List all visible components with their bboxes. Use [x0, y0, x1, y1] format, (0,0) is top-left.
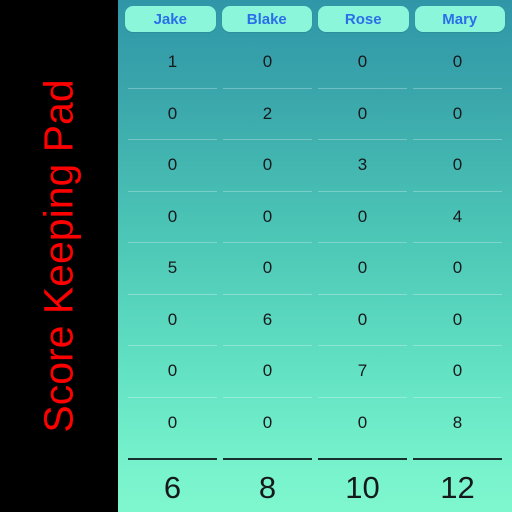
- score-cell[interactable]: 0: [318, 293, 407, 346]
- score-value: 0: [262, 52, 273, 72]
- score-cell[interactable]: 0: [128, 345, 217, 397]
- score-cell[interactable]: 2: [223, 87, 312, 140]
- score-cell[interactable]: 0: [223, 242, 312, 294]
- score-cell[interactable]: 0: [223, 139, 312, 191]
- score-value: 0: [452, 103, 463, 123]
- score-value: 0: [452, 309, 463, 329]
- score-row: 0 6 0 0: [118, 293, 512, 346]
- total-divider: [223, 458, 312, 460]
- score-value: 0: [452, 52, 463, 72]
- score-cell[interactable]: 0: [413, 87, 502, 140]
- score-cell[interactable]: 0: [318, 190, 407, 243]
- score-value: 4: [452, 206, 463, 226]
- player-button-blake[interactable]: Blake: [221, 6, 312, 32]
- score-cell[interactable]: 8: [413, 396, 502, 449]
- score-cell[interactable]: 3: [318, 139, 407, 191]
- score-row: 0 2 0 0: [118, 87, 512, 140]
- score-cell[interactable]: 0: [318, 87, 407, 140]
- score-value: 0: [357, 412, 368, 432]
- score-cell[interactable]: 7: [318, 345, 407, 397]
- score-value: 2: [262, 103, 273, 123]
- score-cell[interactable]: 0: [128, 87, 217, 140]
- score-value: 0: [167, 155, 178, 175]
- score-cell[interactable]: 0: [128, 396, 217, 449]
- totals-row: 6 8 10 12: [118, 448, 512, 512]
- total-value: 10: [345, 470, 380, 505]
- total-value: 8: [258, 470, 277, 505]
- total-cell-blake: 8: [223, 448, 312, 506]
- total-divider: [128, 458, 217, 460]
- score-row: 5 0 0 0: [118, 242, 512, 294]
- score-cell[interactable]: 0: [413, 36, 502, 88]
- sidebar: Score Keeping Pad: [0, 0, 118, 512]
- score-row: 0 0 0 4: [118, 190, 512, 243]
- score-cell[interactable]: 0: [413, 139, 502, 191]
- score-value: 0: [357, 258, 368, 278]
- score-cell[interactable]: 0: [413, 345, 502, 397]
- score-keeping-pad-app: Score Keeping Pad Jake Blake Rose Mary 1…: [0, 0, 512, 512]
- score-row: 0 0 3 0: [118, 139, 512, 191]
- score-value: 0: [357, 309, 368, 329]
- score-cell[interactable]: 6: [223, 293, 312, 346]
- score-cell[interactable]: 0: [223, 36, 312, 88]
- player-label: Rose: [344, 10, 382, 28]
- player-header-row: Jake Blake Rose Mary: [118, 0, 512, 36]
- score-cell[interactable]: 0: [413, 293, 502, 346]
- score-value: 8: [452, 412, 463, 432]
- score-value: 1: [167, 52, 178, 72]
- score-value: 5: [167, 258, 178, 278]
- total-cell-jake: 6: [128, 448, 217, 506]
- score-value: 0: [262, 412, 273, 432]
- score-cell[interactable]: 5: [128, 242, 217, 294]
- total-value: 6: [163, 470, 182, 505]
- player-label: Mary: [442, 10, 478, 28]
- score-value: 0: [357, 206, 368, 226]
- total-cell-rose: 10: [318, 448, 407, 506]
- score-value: 0: [357, 52, 368, 72]
- score-cell[interactable]: 0: [223, 345, 312, 397]
- score-row: 0 0 0 8: [118, 396, 512, 449]
- score-value: 0: [357, 103, 368, 123]
- player-label: Blake: [246, 10, 287, 28]
- score-value: 0: [167, 412, 178, 432]
- score-cell[interactable]: 0: [318, 36, 407, 88]
- total-value: 12: [440, 470, 475, 505]
- score-grid: 1 0 0 0 0 2 0 0 0 0 3 0 0 0 0 4 5 0 0 0 …: [118, 36, 512, 448]
- score-value: 0: [262, 258, 273, 278]
- total-divider: [413, 458, 502, 460]
- player-button-jake[interactable]: Jake: [125, 6, 216, 32]
- score-cell[interactable]: 0: [128, 139, 217, 191]
- player-button-rose[interactable]: Rose: [318, 6, 409, 32]
- score-value: 7: [357, 361, 368, 381]
- score-row: 1 0 0 0: [118, 36, 512, 88]
- score-value: 0: [167, 103, 178, 123]
- score-cell[interactable]: 0: [128, 293, 217, 346]
- score-cell[interactable]: 4: [413, 190, 502, 243]
- player-label: Jake: [153, 10, 187, 28]
- score-cell[interactable]: 0: [223, 190, 312, 243]
- score-value: 0: [452, 155, 463, 175]
- score-value: 6: [262, 309, 273, 329]
- score-value: 0: [262, 361, 273, 381]
- player-button-mary[interactable]: Mary: [414, 6, 505, 32]
- score-value: 0: [452, 258, 463, 278]
- score-cell[interactable]: 0: [413, 242, 502, 294]
- app-title: Score Keeping Pad: [35, 79, 82, 433]
- score-cell[interactable]: 0: [128, 190, 217, 243]
- total-cell-mary: 12: [413, 448, 502, 506]
- score-value: 3: [357, 155, 368, 175]
- score-value: 0: [167, 309, 178, 329]
- score-value: 0: [262, 206, 273, 226]
- score-value: 0: [262, 155, 273, 175]
- score-cell[interactable]: 0: [223, 396, 312, 449]
- score-cell[interactable]: 1: [128, 36, 217, 88]
- score-value: 0: [167, 361, 178, 381]
- scoreboard-panel: Jake Blake Rose Mary 1 0 0 0 0 2 0 0 0 0…: [118, 0, 512, 512]
- score-cell[interactable]: 0: [318, 242, 407, 294]
- score-value: 0: [452, 361, 463, 381]
- score-cell[interactable]: 0: [318, 396, 407, 449]
- total-divider: [318, 458, 407, 460]
- score-row: 0 0 7 0: [118, 345, 512, 397]
- score-value: 0: [167, 206, 178, 226]
